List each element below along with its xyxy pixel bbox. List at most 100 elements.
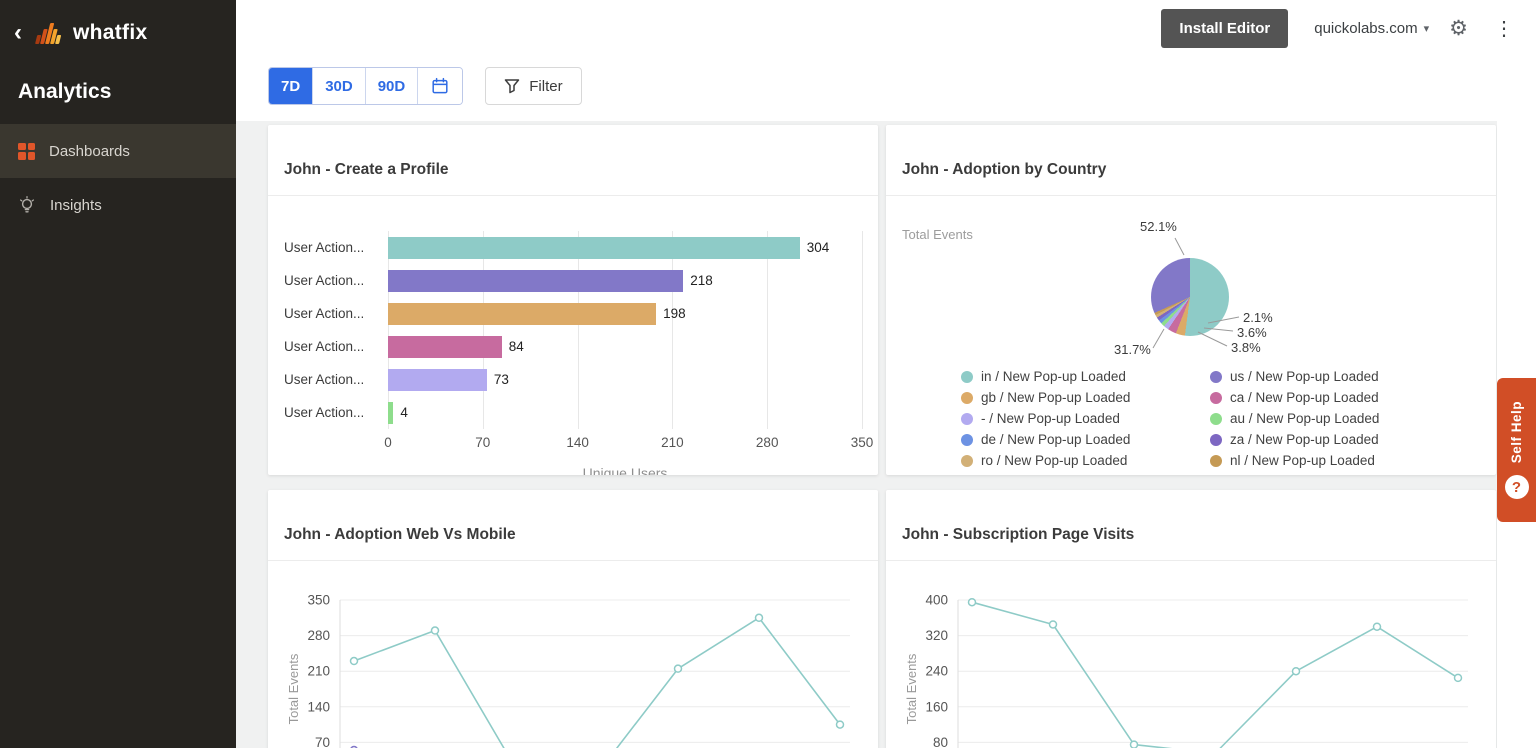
calendar-button[interactable] [418, 68, 462, 104]
bar-value-label: 84 [509, 339, 524, 354]
line-chart-body: 070140210280350Total Events [268, 576, 878, 748]
svg-text:80: 80 [933, 735, 948, 748]
bar-category-label: User Action... [284, 330, 388, 363]
legend-label: de / New Pop-up Loaded [981, 432, 1130, 447]
whatfix-logo: whatfix [34, 20, 147, 46]
pie-percentage-label: 31.7% [1114, 342, 1151, 357]
svg-text:160: 160 [925, 699, 948, 714]
data-point[interactable] [432, 627, 439, 634]
sidebar-item-label: Insights [50, 197, 102, 214]
svg-text:280: 280 [307, 628, 330, 643]
kebab-menu-icon[interactable]: ⋮ [1488, 19, 1520, 39]
pie-percentage-label: 2.1% [1243, 310, 1273, 325]
legend-item[interactable]: gb / New Pop-up Loaded [961, 390, 1210, 405]
legend-item[interactable]: us / New Pop-up Loaded [1210, 369, 1459, 384]
bar-value-label: 198 [663, 306, 686, 321]
svg-text:240: 240 [925, 664, 948, 679]
svg-text:Total Events: Total Events [904, 653, 919, 724]
bar[interactable] [388, 336, 502, 358]
pie-chart-area: Total Events52.1%2.1%3.6%3.8%31.7%in / N… [886, 211, 1496, 475]
x-axis-title: Unique Users [388, 465, 862, 475]
pie[interactable] [1151, 258, 1229, 336]
data-point[interactable] [1293, 668, 1300, 675]
range-90d-button[interactable]: 90D [366, 68, 419, 104]
bar[interactable] [388, 270, 683, 292]
bar-chart: User Action...User Action...User Action.… [284, 231, 862, 429]
account-dropdown[interactable]: quickolabs.com ▾ [1314, 20, 1429, 37]
data-point[interactable] [969, 599, 976, 606]
legend-label: nl / New Pop-up Loaded [1230, 453, 1375, 468]
legend-dot-icon [1210, 371, 1222, 383]
legend-item[interactable]: nl / New Pop-up Loaded [1210, 453, 1459, 468]
legend-dot-icon [1210, 434, 1222, 446]
sidebar-nav: Dashboards Insights [0, 124, 236, 232]
legend-dot-icon [961, 392, 973, 404]
range-30d-button[interactable]: 30D [313, 68, 366, 104]
gear-icon[interactable]: ⚙ [1449, 18, 1468, 39]
card-title: John - Adoption by Country [886, 141, 1496, 196]
bar-chart-body: User Action...User Action...User Action.… [268, 211, 878, 475]
svg-text:140: 140 [307, 699, 330, 714]
bar-value-label: 304 [807, 240, 830, 255]
x-tick-label: 140 [566, 435, 589, 450]
main-area: Install Editor quickolabs.com ▾ ⚙ ⋮ 7D 3… [236, 0, 1536, 748]
legend-item[interactable]: - / New Pop-up Loaded [961, 411, 1210, 426]
bar[interactable] [388, 402, 393, 424]
brand-name: whatfix [73, 21, 147, 45]
legend-item[interactable]: in / New Pop-up Loaded [961, 369, 1210, 384]
legend-dot-icon [961, 413, 973, 425]
dashboard-grid: John - Create a Profile User Action...Us… [236, 121, 1536, 748]
bar-row: 4 [388, 396, 862, 429]
data-point[interactable] [1455, 674, 1462, 681]
legend-item[interactable]: au / New Pop-up Loaded [1210, 411, 1459, 426]
filter-button[interactable]: Filter [485, 67, 581, 105]
card-title: John - Create a Profile [268, 141, 878, 196]
legend-dot-icon [1210, 455, 1222, 467]
data-point[interactable] [675, 665, 682, 672]
legend-dot-icon [961, 455, 973, 467]
chart-card-create-profile: John - Create a Profile User Action...Us… [268, 125, 878, 475]
sidebar-item-insights[interactable]: Insights [0, 178, 236, 232]
install-editor-button[interactable]: Install Editor [1161, 9, 1288, 48]
account-label: quickolabs.com [1314, 20, 1417, 37]
data-point[interactable] [1374, 623, 1381, 630]
line-chart: 080160240320400Total Events [902, 588, 1480, 748]
self-help-tab[interactable]: Self Help ? [1497, 378, 1536, 522]
top-bar: Install Editor quickolabs.com ▾ ⚙ ⋮ [236, 0, 1536, 57]
bar[interactable] [388, 237, 800, 259]
x-tick-label: 0 [384, 435, 392, 450]
bar-category-label: User Action... [284, 363, 388, 396]
data-point[interactable] [1050, 621, 1057, 628]
legend-label: in / New Pop-up Loaded [981, 369, 1126, 384]
bar[interactable] [388, 369, 487, 391]
legend-item[interactable]: ro / New Pop-up Loaded [961, 453, 1210, 468]
legend-item[interactable]: de / New Pop-up Loaded [961, 432, 1210, 447]
legend-label: gb / New Pop-up Loaded [981, 390, 1130, 405]
range-7d-button[interactable]: 7D [269, 68, 313, 104]
legend-item[interactable]: ca / New Pop-up Loaded [1210, 390, 1459, 405]
pie-legend: in / New Pop-up Loaded us / New Pop-up Lo… [961, 369, 1459, 468]
data-point[interactable] [837, 721, 844, 728]
legend-label: - / New Pop-up Loaded [981, 411, 1120, 426]
collapse-chevron-icon[interactable]: ‹ [14, 21, 22, 45]
bar-category-label: User Action... [284, 297, 388, 330]
bar[interactable] [388, 303, 656, 325]
line-chart-body: 080160240320400Total Events [886, 576, 1496, 748]
legend-item[interactable]: za / New Pop-up Loaded [1210, 432, 1459, 447]
total-events-label: Total Events [902, 227, 973, 242]
data-point[interactable] [756, 614, 763, 621]
legend-label: au / New Pop-up Loaded [1230, 411, 1379, 426]
bar-category-label: User Action... [284, 231, 388, 264]
bar-row: 218 [388, 264, 862, 297]
sidebar: ‹ whatfix Analytics Dashboards [0, 0, 236, 748]
sidebar-item-label: Dashboards [49, 143, 130, 160]
sidebar-item-dashboards[interactable]: Dashboards [0, 124, 236, 178]
legend-dot-icon [961, 434, 973, 446]
x-tick-label: 210 [661, 435, 684, 450]
data-point[interactable] [1131, 741, 1138, 748]
sidebar-header: ‹ whatfix [0, 0, 236, 52]
data-point[interactable] [351, 658, 358, 665]
legend-label: za / New Pop-up Loaded [1230, 432, 1379, 447]
x-axis: 070140210280350 [388, 435, 862, 453]
pie-percentage-label: 52.1% [1140, 219, 1177, 234]
